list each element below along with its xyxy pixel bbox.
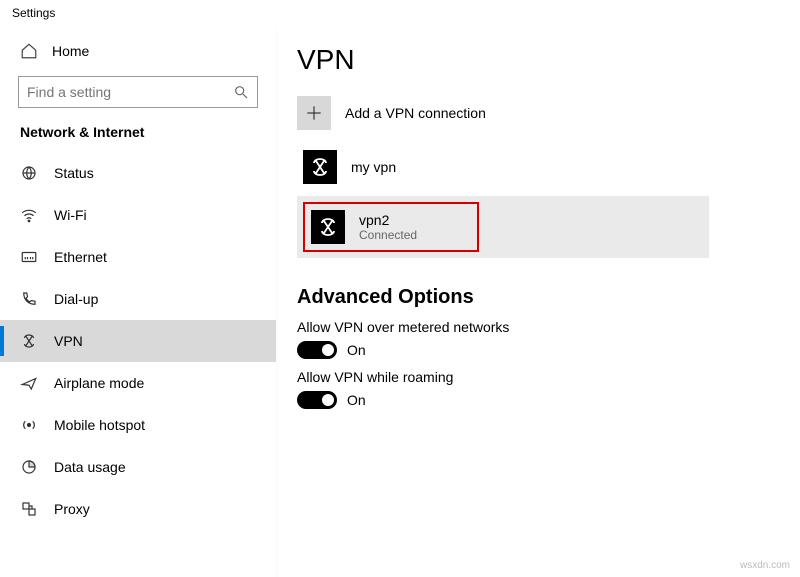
proxy-icon [20,500,38,518]
vpn-connection-item[interactable]: my vpn [297,144,800,190]
sidebar-item-label: Status [54,165,94,181]
roaming-toggle[interactable] [297,391,337,409]
sidebar-item-label: Ethernet [54,249,107,265]
advanced-options-header: Advanced Options [297,286,800,309]
search-input[interactable] [18,76,258,108]
sidebar-item-wifi[interactable]: Wi-Fi [0,194,276,236]
add-vpn-button[interactable]: Add a VPN connection [297,92,800,144]
category-header: Network & Internet [0,122,276,152]
sidebar-item-label: Proxy [54,501,90,517]
home-icon [20,42,38,60]
vpn-connection-item-selected[interactable]: vpn2 Connected [297,196,709,258]
hotspot-icon [20,416,38,434]
sidebar-item-label: VPN [54,333,83,349]
phone-icon [20,290,38,308]
sidebar-item-label: Airplane mode [54,375,144,391]
vpn-name: my vpn [351,159,396,175]
metered-state: On [347,342,366,358]
metered-toggle[interactable] [297,341,337,359]
roaming-state: On [347,392,366,408]
metered-label: Allow VPN over metered networks [297,319,800,335]
sidebar: Home Network & Internet Status Wi-Fi [0,26,277,577]
sidebar-item-hotspot[interactable]: Mobile hotspot [0,404,276,446]
status-icon [20,164,38,182]
vpn-status: Connected [359,228,417,242]
sidebar-item-label: Data usage [54,459,126,475]
sidebar-item-proxy[interactable]: Proxy [0,488,276,530]
vpn-icon [20,332,38,350]
page-title: VPN [297,44,800,92]
sidebar-item-dialup[interactable]: Dial-up [0,278,276,320]
sidebar-item-label: Mobile hotspot [54,417,145,433]
main-content: VPN Add a VPN connection my vpn [277,26,800,577]
search-field[interactable] [27,84,233,100]
sidebar-item-vpn[interactable]: VPN [0,320,276,362]
window-title: Settings [0,0,800,26]
search-icon [233,84,249,100]
sidebar-item-status[interactable]: Status [0,152,276,194]
airplane-icon [20,374,38,392]
data-usage-icon [20,458,38,476]
home-label: Home [52,43,89,59]
sidebar-item-ethernet[interactable]: Ethernet [0,236,276,278]
vpn-connection-icon [311,210,345,244]
roaming-label: Allow VPN while roaming [297,369,800,385]
sidebar-item-datausage[interactable]: Data usage [0,446,276,488]
sidebar-item-label: Dial-up [54,291,98,307]
home-button[interactable]: Home [0,34,276,70]
add-vpn-label: Add a VPN connection [345,105,486,121]
sidebar-item-label: Wi-Fi [54,207,87,223]
vpn-name: vpn2 [359,212,417,228]
highlight-box: vpn2 Connected [303,202,479,252]
plus-icon [297,96,331,130]
wifi-icon [20,206,38,224]
sidebar-item-airplane[interactable]: Airplane mode [0,362,276,404]
ethernet-icon [20,248,38,266]
vpn-connection-icon [303,150,337,184]
watermark: wsxdn.com [740,560,790,571]
